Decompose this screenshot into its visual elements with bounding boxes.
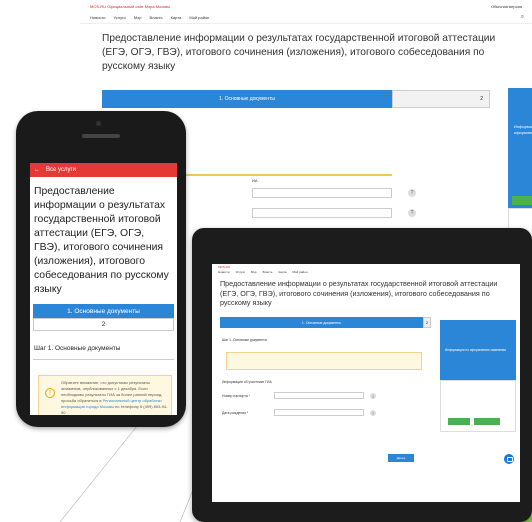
phone-page-title: Предоставление информации о результатах … bbox=[34, 186, 169, 295]
tablet-screen: MOS.RU Новости Услуги Мэр Власть Карта М… bbox=[212, 264, 520, 502]
nav-item[interactable]: Мэр bbox=[251, 270, 257, 276]
desktop-brand[interactable]: MOS.RU Официальный сайт Мэра Москвы bbox=[90, 4, 170, 9]
phone-back-label[interactable]: Все услуги bbox=[46, 167, 76, 173]
desktop-step-number[interactable]: 2 bbox=[392, 90, 490, 108]
nav-item[interactable]: Власть bbox=[263, 270, 273, 276]
tablet-step-number[interactable]: 2 bbox=[423, 317, 431, 328]
desktop-topbar: MOS.RU Официальный сайт Мэра Москвы Обыч… bbox=[80, 0, 532, 12]
desktop-info-title[interactable]: Информация по оформлению заявления bbox=[508, 88, 532, 136]
tablet-green-button-2[interactable] bbox=[474, 418, 500, 425]
nav-item[interactable]: Власть bbox=[149, 15, 162, 20]
tablet-brand[interactable]: MOS.RU bbox=[218, 265, 230, 269]
tablet-passport-input[interactable] bbox=[274, 392, 364, 399]
tablet-birthdate-input[interactable] bbox=[274, 409, 364, 416]
desktop-nav: Новости Услуги Мэр Власть Карта Мой райо… bbox=[80, 12, 532, 24]
phone-step-button[interactable]: 1. Основные документы bbox=[33, 304, 174, 318]
desktop-input-1[interactable] bbox=[252, 188, 392, 198]
desktop-version-link[interactable]: Обычная версия bbox=[491, 4, 522, 9]
help-icon[interactable]: ? bbox=[370, 410, 376, 416]
nav-item[interactable]: Карта bbox=[171, 15, 182, 20]
phone-note-text: Обратите внимание, что допустимы результ… bbox=[61, 380, 169, 415]
info-icon: ! bbox=[45, 388, 55, 398]
phone-step-heading: Шаг 1. Основные документы bbox=[34, 345, 121, 352]
phone-device: ← Все услуги Предоставление информации о… bbox=[16, 111, 186, 427]
tablet-green-button-1[interactable] bbox=[448, 418, 470, 425]
tablet-page-title: Предоставление информации о результатах … bbox=[220, 279, 498, 308]
back-arrow-icon[interactable]: ← bbox=[34, 167, 40, 173]
nav-item[interactable]: Новости bbox=[218, 270, 230, 276]
desktop-page-title: Предоставление информации о результатах … bbox=[102, 33, 496, 72]
tablet-field2-label: Дата рождения * bbox=[222, 411, 249, 415]
help-icon[interactable]: ? bbox=[408, 189, 416, 197]
tablet-field1-label: Номер паспорта * bbox=[222, 394, 250, 398]
nav-item[interactable]: Услуги bbox=[236, 270, 245, 276]
phone-header: ← Все услуги bbox=[30, 163, 177, 177]
nav-item[interactable]: Карта bbox=[278, 270, 286, 276]
phone-step-number[interactable]: 2 bbox=[33, 318, 174, 331]
desktop-info-panel: Информация по оформлению заявления bbox=[508, 88, 532, 208]
nav-item[interactable]: Мой район bbox=[292, 270, 307, 276]
help-icon[interactable]: ? bbox=[408, 209, 416, 217]
divider bbox=[33, 359, 174, 360]
nav-item[interactable]: Мэр bbox=[134, 15, 142, 20]
nav-item[interactable]: Услуги bbox=[113, 15, 125, 20]
phone-camera bbox=[96, 121, 101, 126]
nav-item[interactable]: Новости bbox=[90, 15, 105, 20]
tablet-next-button[interactable]: Далее bbox=[388, 454, 414, 462]
desktop-step-tab[interactable]: 1. Основные документы bbox=[102, 90, 392, 108]
tablet-info-heading: Информация об участнике ГИА bbox=[222, 380, 272, 384]
tablet-step-heading: Шаг 1. Основные документы bbox=[222, 338, 268, 342]
tablet-info-title[interactable]: Информация по оформлению заявления bbox=[445, 348, 513, 353]
help-icon[interactable]: ? bbox=[370, 393, 376, 399]
desktop-green-button-1[interactable] bbox=[512, 196, 532, 205]
tablet-device: MOS.RU Новости Услуги Мэр Власть Карта М… bbox=[192, 228, 532, 522]
tablet-step-tab[interactable]: 1. Основные документы bbox=[220, 317, 423, 328]
tablet-info-note bbox=[226, 352, 422, 370]
chat-icon[interactable] bbox=[504, 454, 514, 464]
nav-item[interactable]: Мой район bbox=[189, 15, 209, 20]
desktop-input-2[interactable] bbox=[252, 208, 392, 218]
phone-info-note: ! Обратите внимание, что допустимы резул… bbox=[38, 375, 172, 415]
phone-speaker bbox=[82, 134, 120, 138]
tablet-info-panel: Информация по оформлению заявления bbox=[440, 320, 516, 380]
phone-screen: ← Все услуги Предоставление информации о… bbox=[30, 163, 177, 415]
search-icon[interactable]: ⌕ bbox=[521, 14, 524, 21]
desktop-section-label: ИА bbox=[252, 178, 258, 183]
